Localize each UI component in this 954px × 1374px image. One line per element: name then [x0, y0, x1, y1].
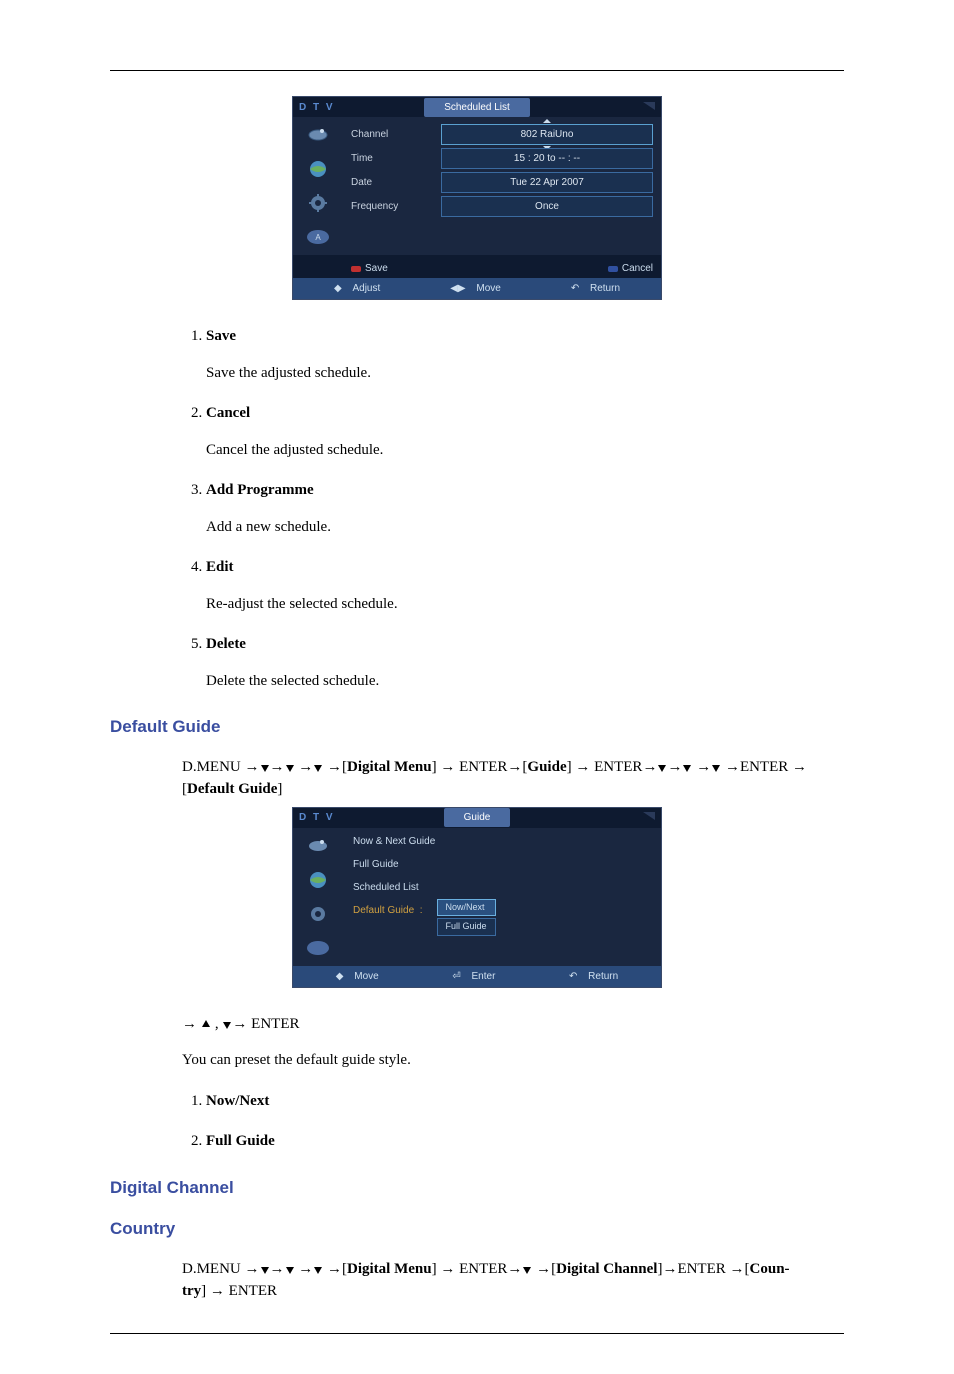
globe-icon [304, 157, 332, 181]
globe-icon [304, 868, 332, 892]
footer-adjust: ◆ Adjust [334, 281, 380, 296]
gear-icon [304, 902, 332, 926]
panel-header: D T V Guide [293, 808, 661, 828]
bottom-rule [110, 1333, 844, 1334]
footer-move: ◆ Move [336, 969, 379, 984]
item-title: Add Programme [206, 482, 314, 498]
dtv-label: D T V [299, 810, 349, 825]
footer-return: ↶ Return [569, 969, 618, 984]
channel-label: Channel [351, 127, 441, 142]
gear-icon [304, 191, 332, 215]
date-value[interactable]: Tue 22 Apr 2007 [441, 172, 653, 193]
section-default-guide: Default Guide [110, 714, 844, 740]
language-icon: A [304, 225, 332, 249]
list-item: Edit Re-adjust the selected schedule. [206, 556, 834, 615]
item-title: Cancel [206, 405, 250, 421]
nav-country: D.MENU →→ → →[Digital Menu] → ENTER→ →[D… [182, 1258, 834, 1303]
item-desc: Add a new schedule. [206, 516, 834, 539]
chevron-up-icon[interactable] [543, 119, 551, 123]
panel-title: Guide [444, 808, 511, 827]
cancel-label: Cancel [622, 261, 653, 276]
item-title: Save [206, 328, 236, 344]
item-desc: Cancel the adjusted schedule. [206, 439, 834, 462]
list-item: Add Programme Add a new schedule. [206, 479, 834, 538]
preset-paragraph: You can preset the default guide style. [182, 1049, 834, 1072]
frequency-value[interactable]: Once [441, 196, 653, 217]
header-corner [605, 809, 655, 826]
panel-sidebar [293, 828, 343, 966]
footer-enter: ⏎ Enter [452, 969, 495, 984]
nav-default-guide: D.MENU →→ → →[Digital Menu] → ENTER→[Gui… [182, 756, 834, 801]
svg-text:A: A [315, 233, 321, 242]
item-desc: Delete the selected schedule. [206, 670, 834, 693]
save-action[interactable]: Save [351, 261, 388, 276]
item-title: Delete [206, 636, 246, 652]
dtv-label: D T V [299, 100, 349, 115]
guide-item-full[interactable]: Full Guide [347, 853, 657, 876]
red-button-icon [351, 266, 361, 272]
panel-footer: ◆ Move ⏎ Enter ↶ Return [293, 966, 661, 987]
list-item: Cancel Cancel the adjusted schedule. [206, 402, 834, 461]
top-rule [110, 70, 844, 71]
footer-return: ↶ Return [571, 281, 620, 296]
guide-option-full[interactable]: Full Guide [437, 918, 496, 936]
satellite-icon [304, 834, 332, 858]
satellite-icon [304, 123, 332, 147]
channel-value[interactable]: 802 RaiUno [441, 124, 653, 145]
panel-actions: Save Cancel [293, 255, 661, 278]
panel-sidebar: A [293, 117, 343, 255]
item-desc: Re-adjust the selected schedule. [206, 593, 834, 616]
section-digital-channel: Digital Channel [110, 1175, 844, 1201]
save-label: Save [365, 261, 388, 276]
scheduled-list-panel: D T V Scheduled List A Channel 802 [292, 96, 662, 300]
guide-item-scheduled[interactable]: Scheduled List [347, 876, 657, 899]
scheduled-options-list: SaveSave the adjusted schedule. CancelCa… [206, 325, 834, 692]
guide-panel: D T V Guide Now & Next Guide Full Guide … [292, 807, 662, 988]
list-item: Save Save the adjusted schedule. [206, 325, 834, 384]
time-value[interactable]: 15 : 20 to -- : -- [441, 148, 653, 169]
guide-style-list: Now/Next Full Guide [206, 1090, 834, 1153]
item-title: Full Guide [206, 1133, 275, 1149]
channel-value-text: 802 RaiUno [521, 129, 574, 140]
panel-footer: ◆ Adjust ◀▶ Move ↶ Return [293, 278, 661, 299]
list-item: Delete Delete the selected schedule. [206, 633, 834, 692]
panel-title: Scheduled List [424, 98, 530, 117]
nav-up-down-enter: → , → ENTER [182, 1013, 834, 1036]
frequency-label: Frequency [351, 199, 441, 214]
blue-button-icon [608, 266, 618, 272]
time-label: Time [351, 151, 441, 166]
panel-header: D T V Scheduled List [293, 97, 661, 117]
header-corner [605, 99, 655, 116]
item-title: Now/Next [206, 1093, 269, 1109]
date-label: Date [351, 175, 441, 190]
item-desc: Save the adjusted schedule. [206, 362, 834, 385]
guide-item-default[interactable]: Default Guide : [347, 899, 429, 922]
list-item: Full Guide [206, 1130, 834, 1153]
guide-option-now-next[interactable]: Now/Next [437, 899, 496, 917]
item-title: Edit [206, 559, 234, 575]
language-icon [304, 936, 332, 960]
section-country: Country [110, 1216, 844, 1242]
footer-move: ◀▶ Move [450, 281, 501, 296]
list-item: Now/Next [206, 1090, 834, 1113]
cancel-action[interactable]: Cancel [608, 261, 653, 276]
guide-item-now-next[interactable]: Now & Next Guide [347, 830, 657, 853]
